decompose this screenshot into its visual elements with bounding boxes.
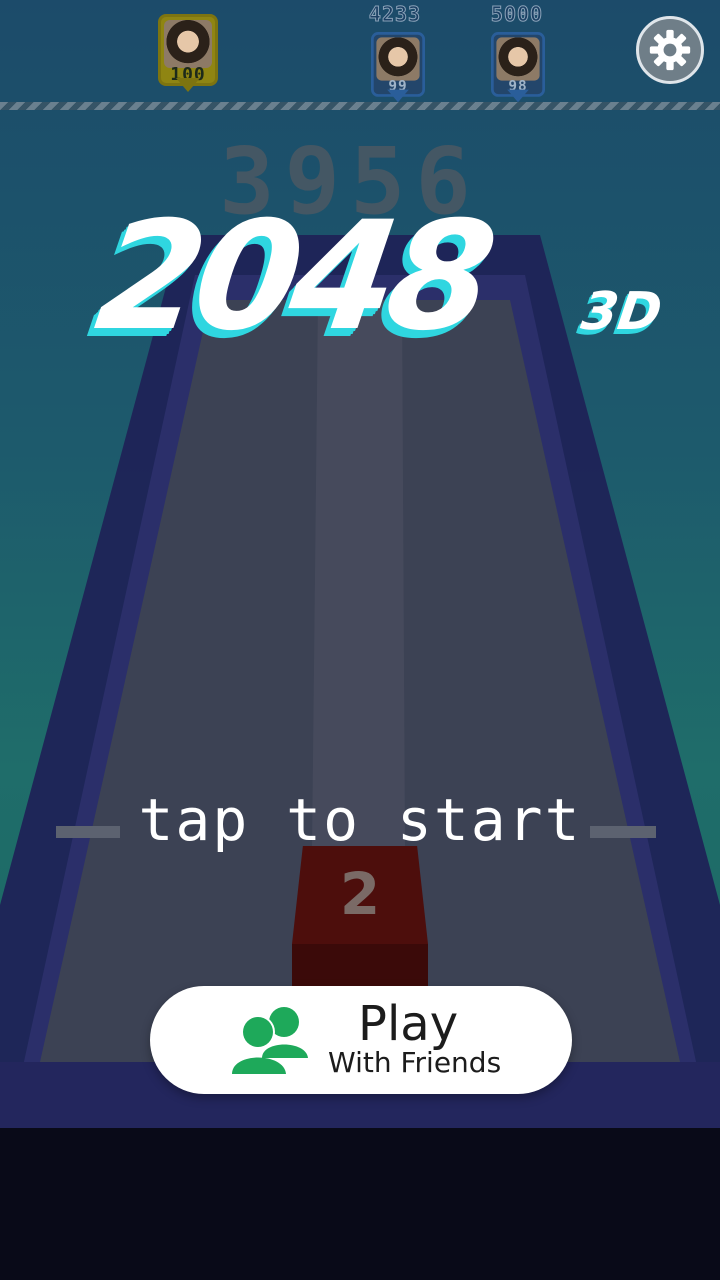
logo-subtitle: 3D <box>577 282 666 342</box>
tap-to-start-prompt: tap to start <box>138 786 582 854</box>
player-rank-badge: 100 <box>158 14 218 94</box>
rival-badge: 98 <box>491 32 545 104</box>
rival-badge: 99 <box>371 32 425 104</box>
badge-pointer <box>387 89 409 103</box>
play-sublabel: With Friends <box>328 1046 502 1079</box>
play-with-friends-button[interactable]: Play With Friends <box>150 986 572 1094</box>
rival-score: 5000 <box>490 2 544 27</box>
rival-avatar <box>496 37 540 81</box>
rival-avatar <box>376 37 420 81</box>
bottom-band <box>0 1128 720 1280</box>
player-avatar <box>164 20 212 68</box>
logo-title: 2048 <box>87 190 498 364</box>
top-bar: 100 4233 99 5000 98 <box>0 0 720 110</box>
play-label: Play <box>358 996 459 1052</box>
cube-value: 2 <box>339 860 381 928</box>
settings-button[interactable] <box>636 16 704 84</box>
friends-icon <box>232 1007 308 1074</box>
badge-pointer <box>176 78 200 92</box>
rival-score: 4233 <box>368 2 422 27</box>
badge-pointer <box>507 89 529 103</box>
game-scene[interactable]: 100 4233 99 5000 98 3956 2048 3D tap to … <box>0 0 720 1280</box>
gear-icon <box>649 29 691 71</box>
game-logo: 2048 3D <box>87 190 690 370</box>
finish-line-divider <box>0 102 720 110</box>
